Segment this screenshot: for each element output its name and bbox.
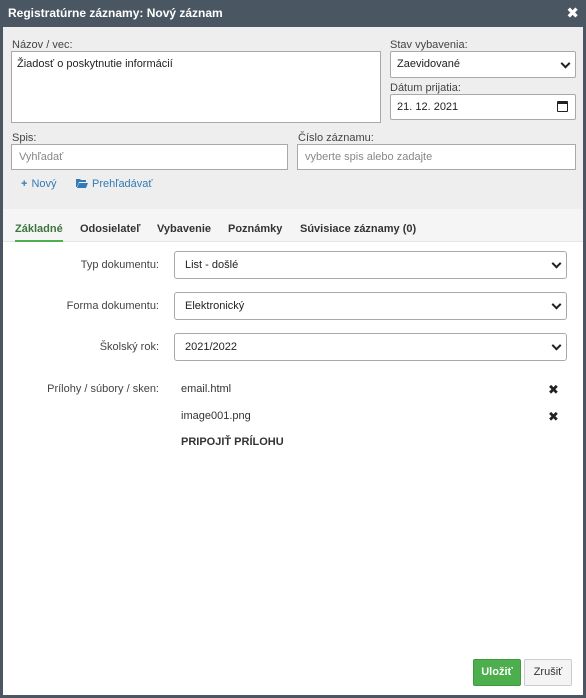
status-value: Zaevidované (397, 58, 460, 70)
dialog: Registratúrne záznamy: Nový záznam ✖ Náz… (0, 0, 586, 698)
file-label: Spis: (12, 132, 37, 144)
plus-icon: + (21, 178, 28, 190)
attachment-file[interactable]: image001.png (181, 410, 251, 422)
chevron-down-icon (551, 299, 562, 310)
subject-label: Názov / vec: (12, 39, 73, 51)
new-file-label: Nový (31, 178, 57, 190)
browse-files-label: Prehľadávať (92, 178, 153, 190)
school-year-label: Školský rok: (99, 341, 159, 353)
received-date-value: 21. 12. 2021 (397, 101, 459, 113)
status-select[interactable]: Zaevidované (390, 51, 576, 78)
school-year-select[interactable]: 2021/2022 (174, 333, 567, 361)
browse-files-button[interactable]: Prehľadávať (76, 178, 153, 190)
cancel-button[interactable]: Zrušiť (524, 659, 572, 686)
record-number-input[interactable] (297, 144, 576, 170)
tab-bar: Základné Odosielateľ Vybavenie Poznámky … (3, 209, 583, 242)
status-label: Stav vybavenia: (390, 39, 468, 51)
tab-sender[interactable]: Odosielateľ (80, 209, 140, 242)
attach-file-button[interactable]: PRIPOJIŤ PRÍLOHU (181, 436, 284, 448)
record-number-label: Číslo záznamu: (298, 132, 374, 144)
record-header-form: Názov / vec: Žiadosť o poskytnutie infor… (3, 27, 583, 209)
doc-type-select[interactable]: List - došlé (174, 251, 567, 279)
doc-type-label: Typ dokumentu: (80, 259, 159, 271)
folder-open-icon (76, 179, 88, 188)
chevron-down-icon (551, 258, 562, 269)
tab-related-records[interactable]: Súvisiace záznamy (0) (300, 209, 416, 242)
remove-attachment-icon[interactable]: ✖ (548, 409, 559, 425)
doc-form-label: Forma dokumentu: (66, 300, 159, 312)
tab-handling[interactable]: Vybavenie (157, 209, 211, 242)
tab-notes[interactable]: Poznámky (228, 209, 282, 242)
attachment-file[interactable]: email.html (181, 383, 231, 395)
received-date-input[interactable]: 21. 12. 2021 (390, 94, 576, 120)
dialog-title: Registratúrne záznamy: Nový záznam (8, 6, 223, 20)
remove-attachment-icon[interactable]: ✖ (548, 382, 559, 398)
new-file-button[interactable]: + Nový (21, 178, 57, 190)
subject-textarea[interactable]: Žiadosť o poskytnutie informácií (11, 51, 381, 123)
calendar-icon[interactable] (557, 101, 568, 112)
doc-form-select[interactable]: Elektronický (174, 292, 567, 320)
tab-basic[interactable]: Základné (15, 209, 63, 242)
doc-form-value: Elektronický (185, 300, 245, 312)
save-button[interactable]: Uložiť (473, 659, 521, 686)
school-year-value: 2021/2022 (185, 341, 237, 353)
file-search-input[interactable] (11, 144, 288, 170)
received-date-label: Dátum prijatia: (390, 82, 461, 94)
attachments-label: Prílohy / súbory / sken: (47, 383, 159, 395)
doc-type-value: List - došlé (185, 259, 239, 271)
chevron-down-icon (551, 340, 562, 351)
chevron-down-icon (560, 58, 571, 69)
dialog-titlebar: Registratúrne záznamy: Nový záznam ✖ (3, 0, 583, 27)
close-icon[interactable]: ✖ (566, 0, 579, 27)
